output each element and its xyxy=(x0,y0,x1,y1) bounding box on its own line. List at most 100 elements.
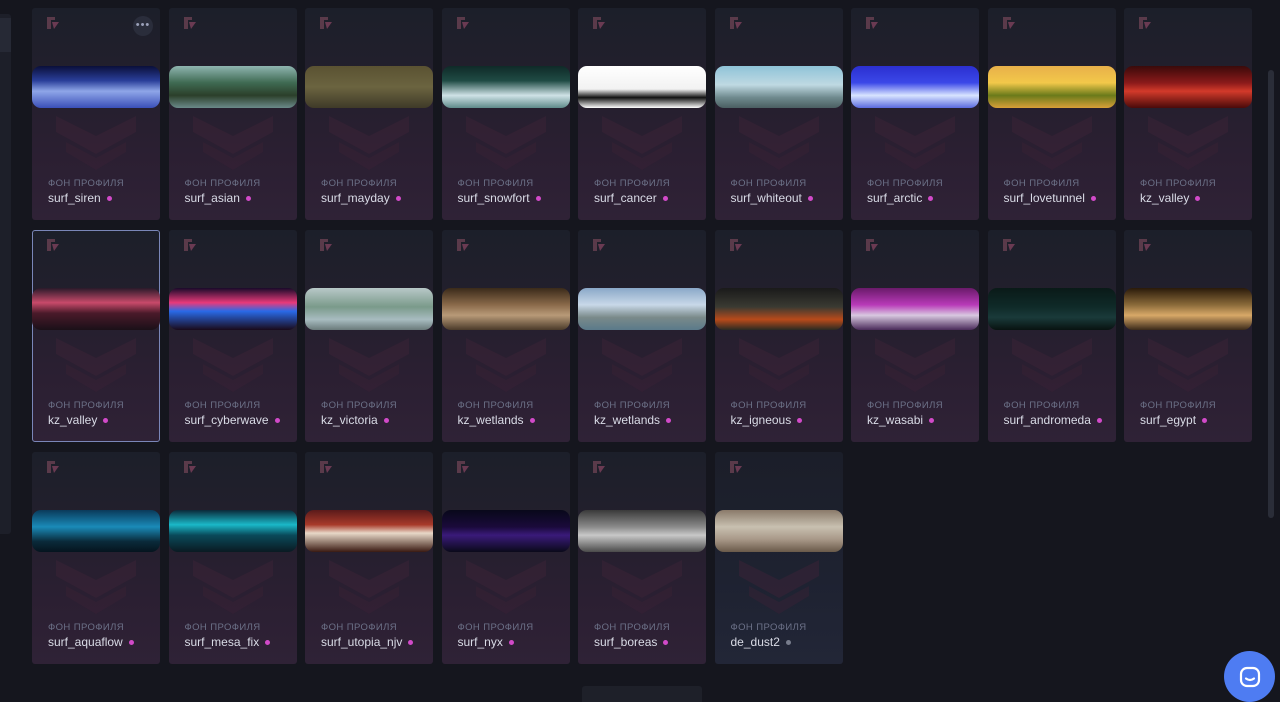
profile-background-card[interactable]: ФОН ПРОФИЛЯ kz_victoria xyxy=(305,230,433,442)
map-name-text: surf_cyberwave xyxy=(184,413,269,427)
profile-background-card[interactable]: ФОН ПРОФИЛЯ surf_utopia_njv xyxy=(305,452,433,664)
chevron-emblem-icon xyxy=(738,116,819,170)
profile-background-card[interactable]: ФОН ПРОФИЛЯ de_dust2 xyxy=(714,452,843,664)
item-type-label: ФОН ПРОФИЛЯ xyxy=(457,622,534,633)
profile-background-card[interactable]: ФОН ПРОФИЛЯ surf_whiteout xyxy=(714,8,843,220)
rarity-dot xyxy=(529,417,535,423)
rarity-icon xyxy=(320,461,332,473)
rarity-icon xyxy=(593,239,605,251)
chevron-emblem-icon xyxy=(1148,338,1228,392)
map-name: surf_cyberwave xyxy=(185,413,280,427)
rarity-dot xyxy=(1202,417,1208,423)
rarity-dot xyxy=(103,417,109,423)
scrollbar[interactable] xyxy=(1268,70,1274,518)
map-name: kz_wetlands xyxy=(594,413,672,427)
rarity-dot xyxy=(535,195,541,201)
profile-background-card[interactable]: ФОН ПРОФИЛЯ surf_arctic xyxy=(851,8,979,220)
item-type-label: ФОН ПРОФИЛЯ xyxy=(184,622,261,633)
profile-background-card[interactable]: ФОН ПРОФИЛЯ kz_wetlands xyxy=(441,230,570,442)
profile-background-grid: ФОН ПРОФИЛЯ surf_siren ••• ФОН ПРОФИЛЯ s… xyxy=(32,8,1252,664)
rarity-icon xyxy=(456,239,469,251)
profile-background-card[interactable]: ФОН ПРОФИЛЯ kz_igneous xyxy=(714,230,843,442)
map-thumbnail xyxy=(441,510,570,552)
profile-background-card[interactable]: ФОН ПРОФИЛЯ surf_egypt xyxy=(1124,230,1252,442)
item-type-label: ФОН ПРОФИЛЯ xyxy=(184,400,261,411)
profile-background-card[interactable]: ФОН ПРОФИЛЯ surf_nyx xyxy=(441,452,570,664)
rarity-icon xyxy=(729,461,742,473)
profile-background-card[interactable]: ФОН ПРОФИЛЯ kz_valley xyxy=(1124,8,1252,220)
profile-background-card[interactable]: ФОН ПРОФИЛЯ surf_lovetunnel xyxy=(987,8,1116,220)
map-thumbnail xyxy=(987,288,1116,330)
rarity-dot xyxy=(807,195,813,201)
profile-background-card[interactable]: ФОН ПРОФИЛЯ surf_cancer xyxy=(578,8,706,220)
item-type-label: ФОН ПРОФИЛЯ xyxy=(48,622,125,633)
item-type-label: ФОН ПРОФИЛЯ xyxy=(730,400,807,411)
map-thumbnail xyxy=(305,510,433,552)
map-name: surf_andromeda xyxy=(1004,413,1102,427)
rarity-dot xyxy=(508,639,514,645)
map-thumbnail xyxy=(32,510,160,552)
rarity-dot xyxy=(785,639,791,645)
profile-background-card[interactable]: ФОН ПРОФИЛЯ kz_wetlands xyxy=(578,230,706,442)
profile-background-card[interactable]: ФОН ПРОФИЛЯ surf_mesa_fix xyxy=(168,452,297,664)
map-name-text: surf_mayday xyxy=(321,191,390,205)
rarity-icon xyxy=(183,239,196,251)
item-type-label: ФОН ПРОФИЛЯ xyxy=(1140,178,1217,189)
chevron-emblem-icon xyxy=(875,116,955,170)
profile-background-card[interactable]: ФОН ПРОФИЛЯ surf_mayday xyxy=(305,8,433,220)
map-thumbnail xyxy=(168,66,297,108)
map-name-text: kz_igneous xyxy=(730,413,792,427)
rarity-dot xyxy=(274,417,280,423)
rarity-dot xyxy=(662,195,668,201)
rarity-icon xyxy=(456,17,469,29)
rarity-dot xyxy=(245,195,251,201)
map-thumbnail xyxy=(305,288,433,330)
rarity-icon xyxy=(866,239,878,251)
map-name: kz_wetlands xyxy=(458,413,535,427)
item-type-label: ФОН ПРОФИЛЯ xyxy=(321,400,398,411)
item-type-label: ФОН ПРОФИЛЯ xyxy=(48,178,125,189)
rarity-dot xyxy=(1096,417,1102,423)
rarity-dot xyxy=(106,195,112,201)
map-name-text: surf_asian xyxy=(184,191,240,205)
profile-background-card[interactable]: ФОН ПРОФИЛЯ kz_valley xyxy=(32,230,160,442)
profile-background-card[interactable]: ФОН ПРОФИЛЯ surf_asian xyxy=(168,8,297,220)
map-name: surf_arctic xyxy=(867,191,934,205)
profile-background-card[interactable]: ФОН ПРОФИЛЯ surf_boreas xyxy=(578,452,706,664)
profile-background-card[interactable]: ФОН ПРОФИЛЯ surf_cyberwave xyxy=(168,230,297,442)
rarity-icon xyxy=(320,17,332,29)
map-thumbnail xyxy=(578,288,706,330)
profile-background-card[interactable]: ФОН ПРОФИЛЯ surf_snowfort xyxy=(441,8,570,220)
item-type-label: ФОН ПРОФИЛЯ xyxy=(594,622,671,633)
map-name-text: kz_wasabi xyxy=(867,413,924,427)
rarity-dot xyxy=(663,639,669,645)
map-thumbnail xyxy=(441,66,570,108)
map-name-text: kz_valley xyxy=(48,413,98,427)
rarity-dot xyxy=(1195,195,1201,201)
profile-background-card[interactable]: ФОН ПРОФИЛЯ surf_andromeda xyxy=(987,230,1116,442)
profile-background-card[interactable]: ФОН ПРОФИЛЯ surf_aquaflow xyxy=(32,452,160,664)
profile-background-card[interactable]: ФОН ПРОФИЛЯ kz_wasabi xyxy=(851,230,979,442)
item-type-label: ФОН ПРОФИЛЯ xyxy=(48,400,125,411)
map-name: surf_lovetunnel xyxy=(1004,191,1096,205)
rarity-dot xyxy=(928,195,934,201)
chevron-emblem-icon xyxy=(738,338,819,392)
map-name-text: surf_snowfort xyxy=(457,191,530,205)
chevron-emblem-icon xyxy=(465,338,546,392)
profile-background-card[interactable]: ФОН ПРОФИЛЯ surf_siren ••• xyxy=(32,8,160,220)
chevron-emblem-icon xyxy=(465,116,546,170)
chat-support-button[interactable] xyxy=(1224,651,1275,702)
map-name: surf_siren xyxy=(48,191,112,205)
more-options-button[interactable]: ••• xyxy=(133,16,153,36)
left-panel-tab[interactable] xyxy=(0,18,11,52)
map-name: surf_cancer xyxy=(594,191,668,205)
bottom-tab[interactable] xyxy=(582,686,702,702)
rarity-icon xyxy=(729,239,742,251)
rarity-icon xyxy=(320,239,332,251)
rarity-dot xyxy=(666,417,672,423)
chevron-emblem-icon xyxy=(329,560,409,614)
map-name-text: surf_cancer xyxy=(594,191,657,205)
map-thumbnail xyxy=(1124,66,1252,108)
map-thumbnail xyxy=(305,66,433,108)
rarity-icon xyxy=(729,17,742,29)
